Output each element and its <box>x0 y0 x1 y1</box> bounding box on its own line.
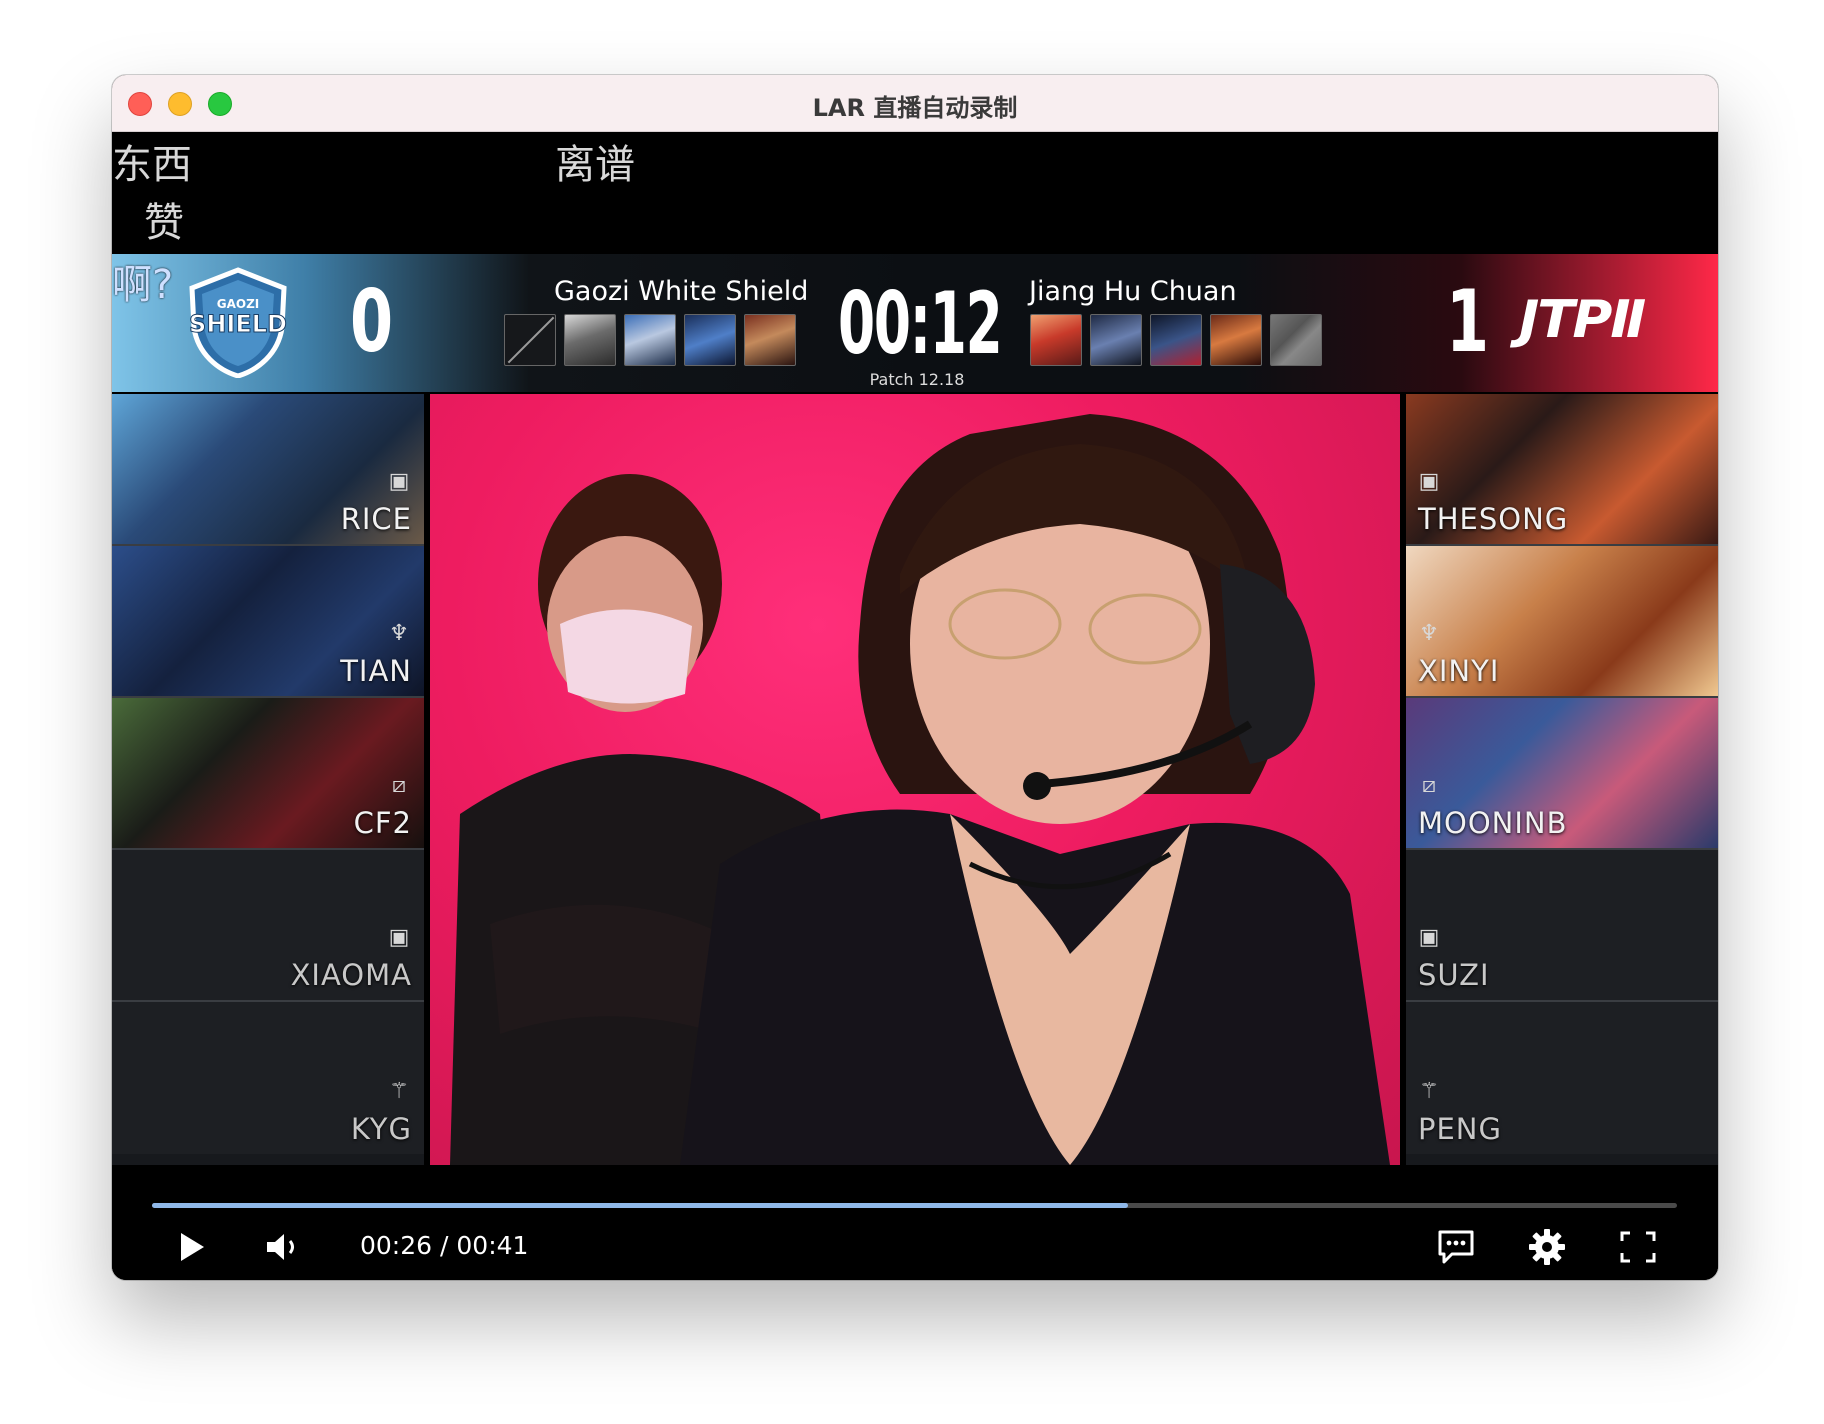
player-card: ♆ XINYI <box>1406 546 1718 698</box>
ban-champion <box>684 314 736 366</box>
app-window: LAR 直播自动录制 东西 赞 离谱 啊? GAOZI SHIELD 0 Gao… <box>112 75 1718 1280</box>
danmaku-comment: 啊? <box>112 262 174 308</box>
jt-team-logo: JTPⅡ <box>1519 290 1646 350</box>
logo-text-main: SHIELD <box>189 310 287 338</box>
game-timer: 00:12 <box>838 274 1003 374</box>
player-name: SUZI <box>1418 958 1490 992</box>
danmaku-comment: 东西 <box>112 142 192 188</box>
player-name: KYG <box>350 1112 412 1146</box>
jungle-icon: ♆ <box>389 621 409 646</box>
player-card: ▣ THESONG <box>1406 394 1718 546</box>
fullscreen-icon <box>1620 1231 1656 1263</box>
ban-champion <box>1150 314 1202 366</box>
player-card: ⚚ PENG <box>1406 1002 1718 1154</box>
title-bar: LAR 直播自动录制 <box>112 75 1718 132</box>
mid-lane-icon: ⧄ <box>392 773 406 798</box>
player-name: XINYI <box>1418 654 1500 688</box>
danmaku-toggle-button[interactable] <box>1434 1225 1478 1269</box>
play-button[interactable] <box>170 1225 214 1269</box>
logo-text-top: GAOZI <box>217 297 260 311</box>
empty-ban-slot <box>1270 314 1322 366</box>
top-lane-icon: ▣ <box>388 469 410 494</box>
bot-lane-icon: ▣ <box>388 925 410 950</box>
danmaku-comment: 赞 <box>144 200 184 246</box>
time-separator: / <box>440 1231 449 1260</box>
player-name: MOONINB <box>1418 806 1568 840</box>
player-name: XIAOMA <box>290 958 412 992</box>
player-card: ⧄ MOONINB <box>1406 698 1718 850</box>
player-card: ▣ XIAOMA <box>112 850 424 1002</box>
player-card: ▣ RICE <box>112 394 424 546</box>
window-title: LAR 直播自动录制 <box>812 94 1018 122</box>
shield-team-logo: GAOZI SHIELD <box>189 267 287 378</box>
player-name: THESONG <box>1418 502 1569 536</box>
ban-champion <box>564 314 616 366</box>
left-team-name: Gaozi White Shield <box>554 276 809 307</box>
settings-button[interactable] <box>1525 1225 1569 1269</box>
right-team-score: 1 <box>1446 272 1490 372</box>
player-name: PENG <box>1418 1112 1502 1146</box>
support-icon: ⚚ <box>1419 1079 1439 1104</box>
fullscreen-button[interactable] <box>1616 1225 1660 1269</box>
ban-champion <box>1090 314 1142 366</box>
ban-champion <box>1030 314 1082 366</box>
caster-figures <box>450 414 1390 1165</box>
playback-time: 00:26 / 00:41 <box>360 1231 528 1260</box>
mid-lane-icon: ⧄ <box>1422 773 1436 798</box>
bot-lane-icon: ▣ <box>1418 925 1440 950</box>
top-lane-icon: ▣ <box>1418 469 1440 494</box>
video-viewport[interactable]: 东西 赞 离谱 啊? GAOZI SHIELD 0 Gaozi White Sh… <box>112 132 1718 1280</box>
caster-camera-feed <box>430 394 1400 1165</box>
ban-champion <box>624 314 676 366</box>
volume-icon <box>267 1234 294 1260</box>
ban-champion <box>1210 314 1262 366</box>
empty-ban-slot <box>504 314 556 366</box>
right-team-name: Jiang Hu Chuan <box>1029 276 1237 307</box>
current-time: 00:26 <box>360 1231 433 1260</box>
duration: 00:41 <box>456 1231 529 1260</box>
ban-champion <box>744 314 796 366</box>
left-team-score: 0 <box>350 272 394 372</box>
seek-bar-played <box>152 1203 1128 1208</box>
right-team-bans <box>1030 314 1322 366</box>
player-name: CF2 <box>353 806 412 840</box>
player-name: TIAN <box>340 654 412 688</box>
gear-icon <box>1529 1229 1565 1265</box>
player-controls: 00:26 / 00:41 <box>112 1165 1718 1280</box>
left-team-roster: ▣ RICE ♆ TIAN ⧄ CF2 ▣ XIAOMA ⚚ KYG <box>112 394 424 1165</box>
danmaku-comment: 离谱 <box>555 142 635 188</box>
jungle-icon: ♆ <box>1419 621 1439 646</box>
seek-bar[interactable] <box>152 1203 1677 1208</box>
player-card: ♆ TIAN <box>112 546 424 698</box>
volume-button[interactable] <box>262 1225 306 1269</box>
player-card: ⚚ KYG <box>112 1002 424 1154</box>
player-card: ⧄ CF2 <box>112 698 424 850</box>
right-team-roster: ▣ THESONG ♆ XINYI ⧄ MOONINB ▣ SUZI ⚚ PEN… <box>1406 394 1718 1165</box>
play-icon <box>181 1233 204 1261</box>
scoreboard-hud: GAOZI SHIELD 0 Gaozi White Shield 00:12 … <box>112 254 1718 392</box>
player-card: ▣ SUZI <box>1406 850 1718 1002</box>
left-team-bans <box>504 314 796 366</box>
patch-label: Patch 12.18 <box>869 370 965 389</box>
danmaku-icon <box>1438 1230 1474 1264</box>
support-icon: ⚚ <box>389 1079 409 1104</box>
player-name: RICE <box>340 502 412 536</box>
